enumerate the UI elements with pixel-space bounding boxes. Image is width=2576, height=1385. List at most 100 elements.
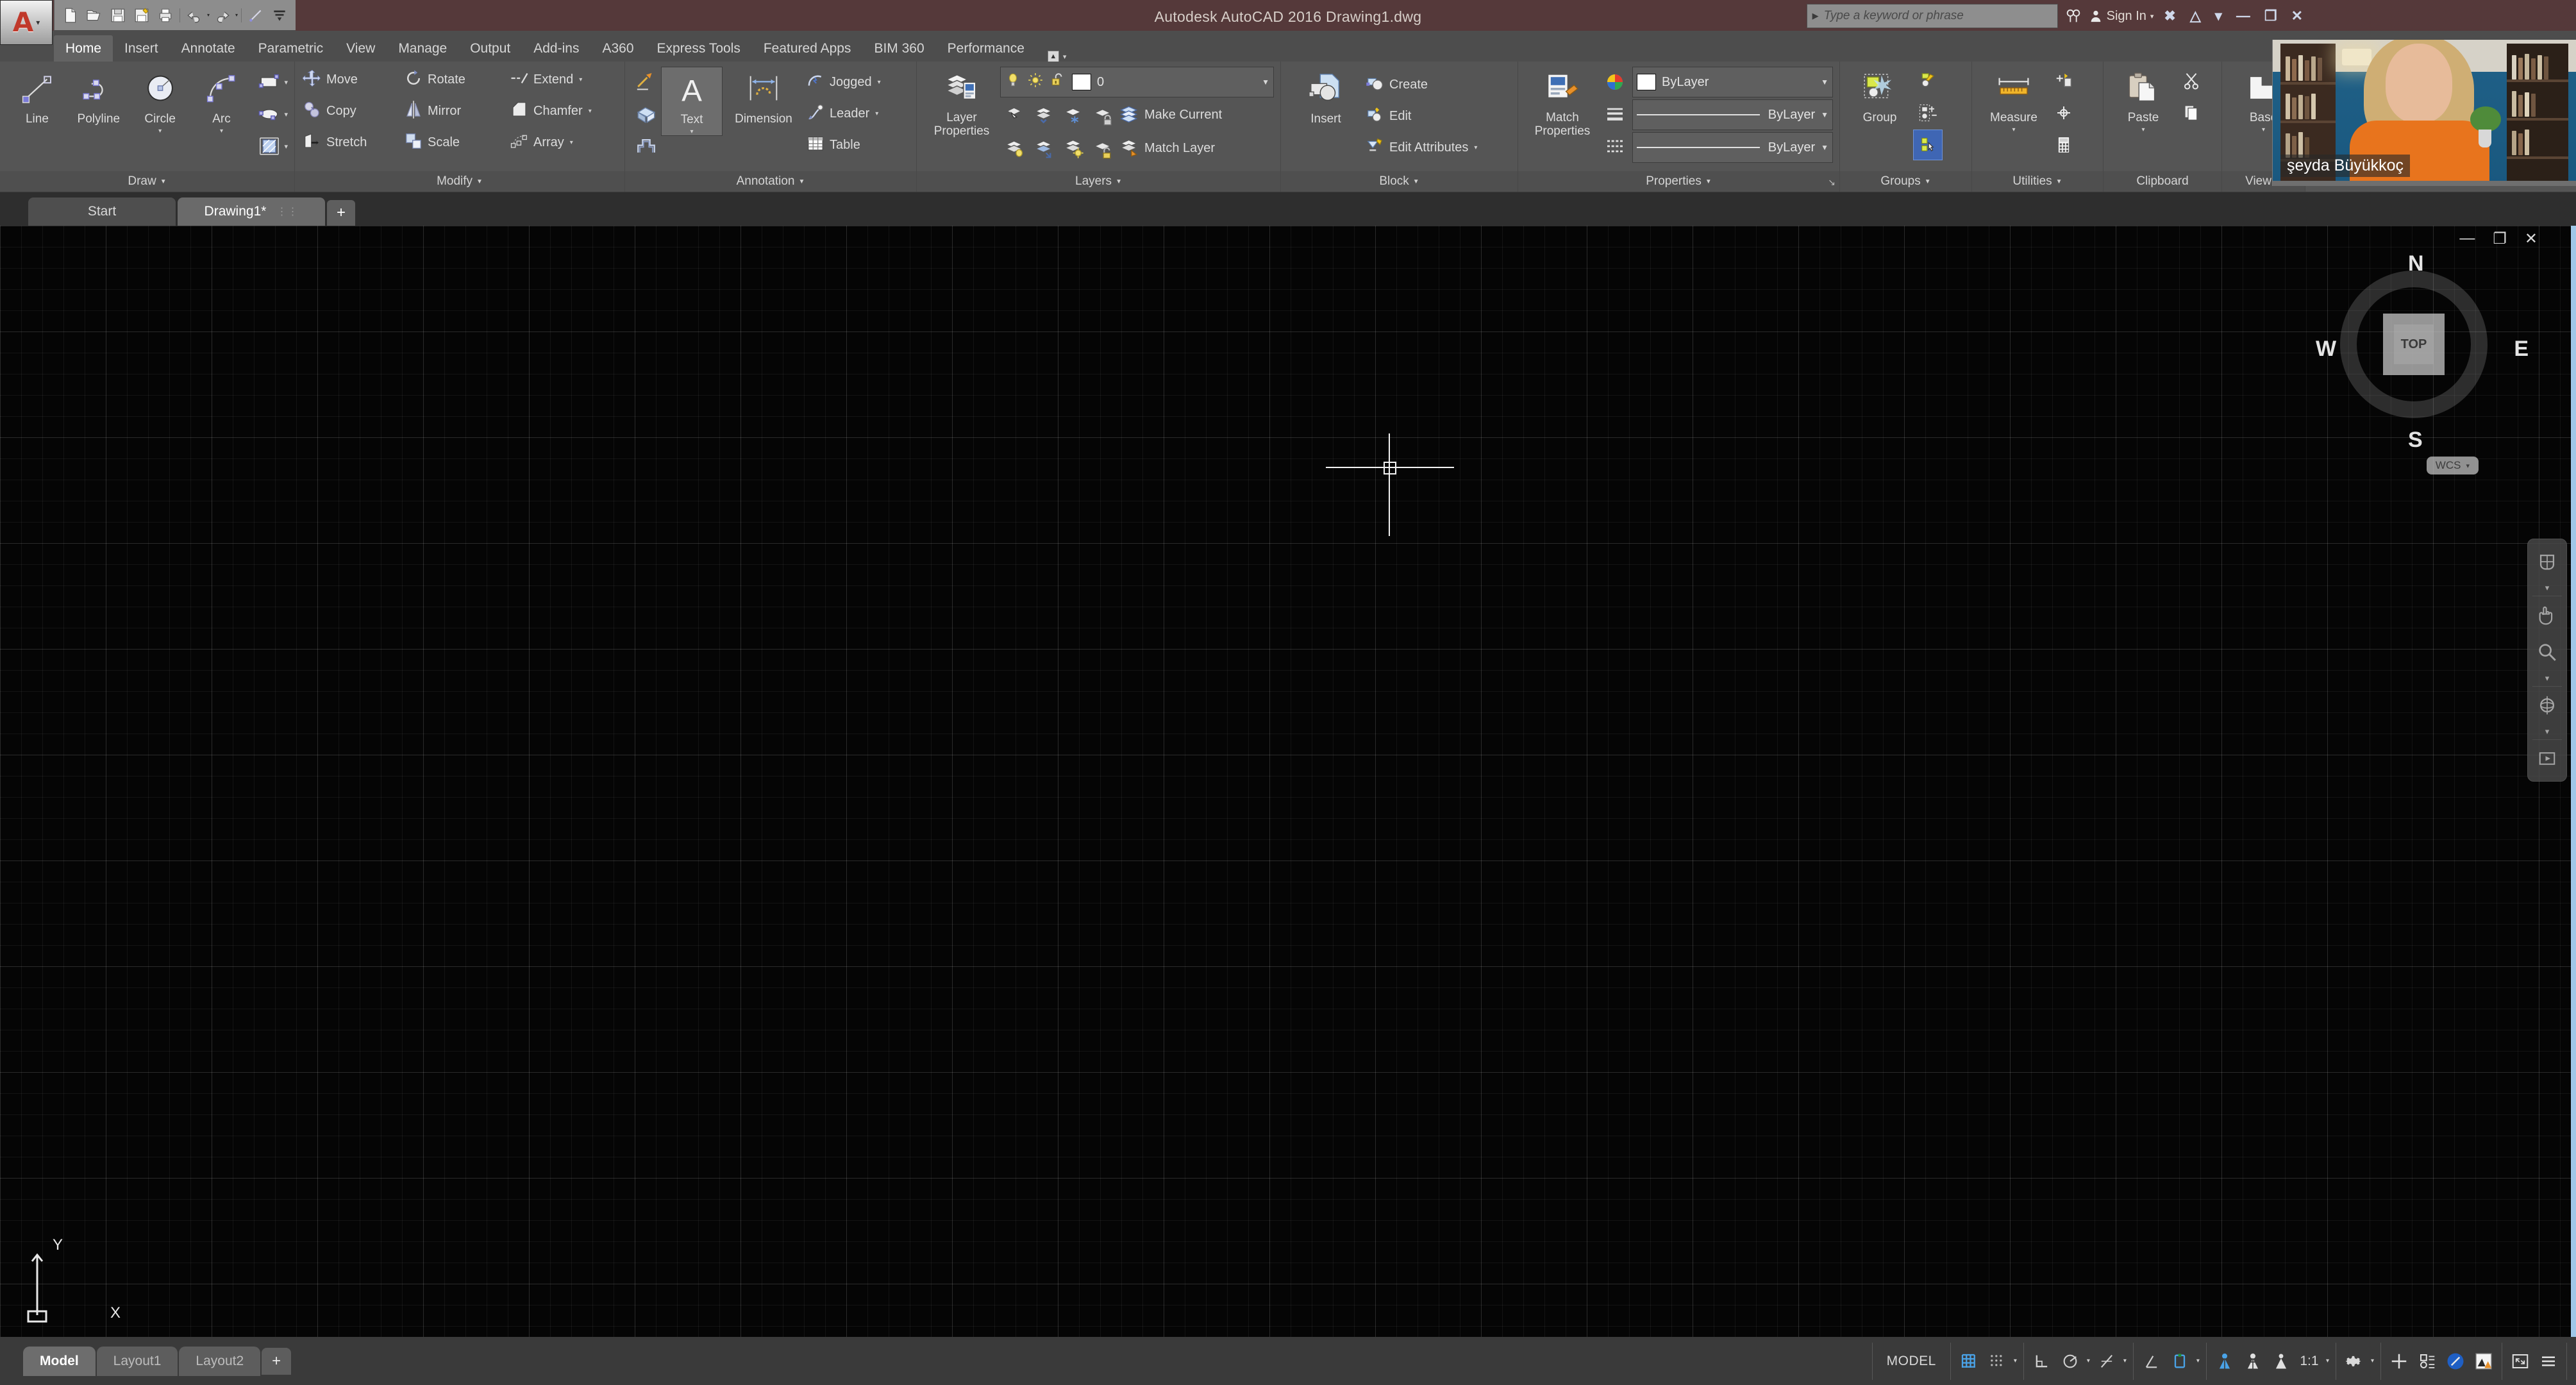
- lineweight-toggle[interactable]: [2211, 1343, 2239, 1380]
- redo-icon[interactable]: [212, 4, 233, 26]
- modify-mirror-button[interactable]: Mirror: [403, 96, 508, 127]
- modify-rotate-button[interactable]: Rotate: [403, 64, 508, 96]
- view-cube-west-label[interactable]: W: [2316, 337, 2336, 362]
- modify-chamfer-button[interactable]: Chamfer ▾: [508, 96, 597, 127]
- chevron-right-icon[interactable]: ▶: [1812, 11, 1819, 21]
- chevron-down-icon[interactable]: ▾: [875, 110, 878, 117]
- selection-cycling-toggle[interactable]: [2267, 1343, 2295, 1380]
- modify-array-button[interactable]: Array ▾: [508, 127, 578, 158]
- tab-manage[interactable]: Manage: [387, 35, 458, 62]
- lightbulb-icon[interactable]: [1005, 72, 1021, 92]
- lineweight-icon[interactable]: [1600, 99, 1630, 130]
- multileader-style-icon[interactable]: [631, 67, 661, 97]
- pan-icon[interactable]: [2530, 596, 2564, 634]
- annotation-dimension-button[interactable]: Dimension: [723, 67, 805, 126]
- ortho-mode-toggle[interactable]: [2028, 1343, 2056, 1380]
- close-window-button[interactable]: ✕: [2287, 8, 2307, 24]
- save-icon[interactable]: [107, 4, 129, 26]
- object-color-combo[interactable]: ByLayer ▼: [1632, 67, 1833, 97]
- panel-annotation-title[interactable]: Annotation ▼: [625, 171, 916, 192]
- dynamic-ucs-toggle[interactable]: [2166, 1343, 2194, 1380]
- panel-block-title[interactable]: Block ▼: [1281, 171, 1518, 192]
- chevron-down-icon[interactable]: ▾: [2011, 1357, 2020, 1364]
- chevron-down-icon[interactable]: ▼: [1262, 78, 1269, 87]
- linetype-icon[interactable]: [1600, 131, 1630, 162]
- view-cube[interactable]: TOP N E S W: [2316, 251, 2529, 452]
- measure-button[interactable]: Measure ▾: [1978, 65, 2049, 133]
- steering-wheels-icon[interactable]: [2530, 543, 2564, 580]
- customize-icon[interactable]: [269, 4, 290, 26]
- chevron-down-icon[interactable]: ▾: [2150, 12, 2154, 21]
- chevron-down-icon[interactable]: ▼: [1413, 178, 1419, 185]
- tab-view[interactable]: View: [335, 35, 387, 62]
- polar-tracking-toggle[interactable]: [2056, 1343, 2084, 1380]
- layer-freeze-icon[interactable]: [1059, 100, 1089, 131]
- panel-clipboard-title[interactable]: Clipboard: [2103, 171, 2221, 192]
- tab-performance[interactable]: Performance: [936, 35, 1036, 62]
- chevron-down-icon[interactable]: ▼: [1705, 178, 1712, 185]
- chevron-down-icon[interactable]: ▾: [2194, 1357, 2202, 1364]
- group-button[interactable]: Group: [1846, 65, 1913, 125]
- chevron-down-icon[interactable]: ▾: [2530, 671, 2564, 686]
- panel-layers-title[interactable]: Layers ▼: [917, 171, 1280, 192]
- tab-a360[interactable]: A360: [590, 35, 645, 62]
- annotation-table-button[interactable]: Table: [805, 130, 886, 161]
- autodesk-help-icon[interactable]: △: [2186, 8, 2205, 24]
- drawing-canvas[interactable]: Y X — ❐ ✕ TOP N E S W WCS ▾ ▾ ▾ ▾: [0, 226, 2576, 1337]
- point-style-icon[interactable]: [2049, 97, 2078, 128]
- layer-unlock-icon[interactable]: [1089, 133, 1118, 164]
- edit-group-icon[interactable]: [1913, 65, 1943, 96]
- hatch-icon[interactable]: [255, 131, 284, 162]
- modify-copy-button[interactable]: Copy: [301, 96, 403, 127]
- tab-add-ins[interactable]: Add-ins: [522, 35, 590, 62]
- exchange-apps-icon[interactable]: ✖: [2160, 8, 2179, 24]
- chevron-down-icon[interactable]: ▾: [284, 110, 288, 119]
- layout-tab-layout2[interactable]: Layout2: [179, 1346, 261, 1376]
- chevron-down-icon[interactable]: ▼: [798, 178, 805, 185]
- chevron-down-icon[interactable]: ▾: [2084, 1357, 2093, 1364]
- panel-modify-title[interactable]: Modify ▼: [295, 171, 624, 192]
- chevron-down-icon[interactable]: ▾: [2530, 580, 2564, 596]
- object-snap-tracking-toggle[interactable]: [2093, 1343, 2121, 1380]
- copy-clip-icon[interactable]: [2177, 97, 2206, 128]
- sign-in-button[interactable]: Sign In ▾: [2089, 8, 2154, 24]
- modify-scale-button[interactable]: Scale: [403, 127, 508, 158]
- chevron-down-icon[interactable]: ▾: [1063, 53, 1067, 61]
- chevron-down-icon[interactable]: ▾: [2368, 1357, 2377, 1364]
- hardware-acceleration-icon[interactable]: [2441, 1343, 2470, 1380]
- chevron-down-icon[interactable]: ▼: [1116, 178, 1122, 185]
- annotation-text-button[interactable]: A Text ▾: [661, 67, 723, 136]
- chevron-down-icon[interactable]: ▾: [579, 76, 582, 83]
- search-input[interactable]: [1823, 9, 2052, 23]
- new-document-tab-button[interactable]: +: [327, 200, 355, 226]
- layer-control-combo[interactable]: 0 ▼: [1000, 67, 1274, 97]
- layer-match-layer-button[interactable]: Match Layer: [1118, 133, 1220, 164]
- tab-home[interactable]: Home: [54, 35, 113, 62]
- close-icon[interactable]: ⋮⋮: [276, 205, 298, 218]
- panel-utilities-title[interactable]: Utilities ▼: [1972, 171, 2103, 192]
- chevron-down-icon[interactable]: ▼: [476, 178, 483, 185]
- tab-output[interactable]: Output: [458, 35, 522, 62]
- object-snap-toggle[interactable]: [2137, 1343, 2166, 1380]
- modify-extend-button[interactable]: Extend ▾: [508, 64, 587, 96]
- new-layout-button[interactable]: +: [262, 1347, 292, 1375]
- dimension-style-icon[interactable]: [631, 131, 661, 162]
- open-folder-icon[interactable]: [83, 4, 105, 26]
- color-wheel-icon[interactable]: [1600, 67, 1630, 97]
- minimize-drawing-button[interactable]: —: [2459, 230, 2475, 248]
- tab-insert[interactable]: Insert: [113, 35, 170, 62]
- workspace-switching-icon[interactable]: [2340, 1343, 2368, 1380]
- chevron-down-icon[interactable]: ▾: [589, 108, 592, 115]
- ribbon-minimize-control[interactable]: ▲ ▾: [1047, 51, 1067, 62]
- layer-thaw-all-icon[interactable]: [1059, 133, 1089, 164]
- tab-parametric[interactable]: Parametric: [247, 35, 335, 62]
- wcs-selector[interactable]: WCS ▾: [2426, 457, 2479, 474]
- view-cube-south-label[interactable]: S: [2408, 428, 2423, 453]
- chevron-down-icon[interactable]: ▼: [1925, 178, 1931, 185]
- tab-bim-360[interactable]: BIM 360: [862, 35, 935, 62]
- layer-previous-icon[interactable]: [1030, 100, 1059, 131]
- cut-icon[interactable]: [2177, 65, 2206, 96]
- annotation-jogged-button[interactable]: Jogged ▾: [805, 67, 886, 98]
- help-search-icon[interactable]: [2064, 7, 2082, 25]
- workspace-icon[interactable]: [245, 4, 267, 26]
